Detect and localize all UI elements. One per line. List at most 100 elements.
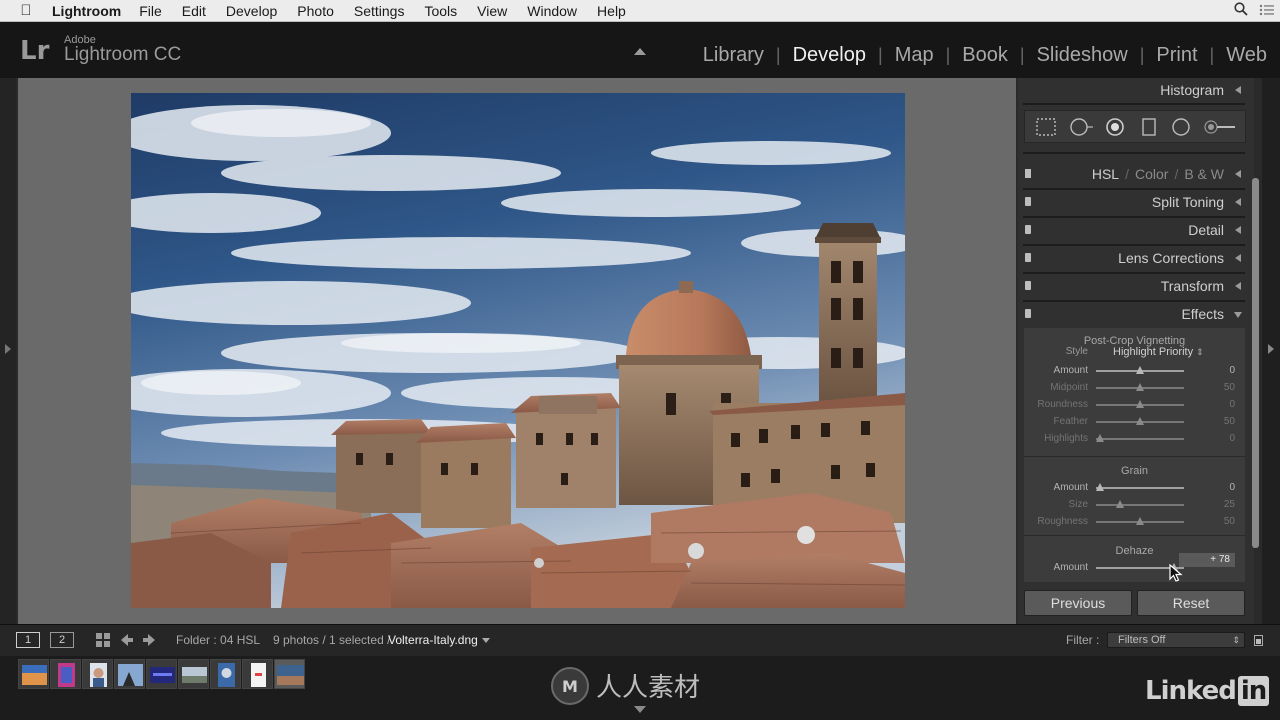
menu-window[interactable]: Window — [527, 3, 577, 19]
panel-toggle[interactable] — [1025, 309, 1031, 318]
menu-file[interactable]: File — [139, 3, 162, 19]
panel-toggle[interactable] — [1025, 197, 1031, 206]
slider-value[interactable]: 0 — [1229, 482, 1235, 493]
grain-roughness-slider[interactable]: Roughness 50 — [1024, 514, 1245, 530]
dehaze-value-field[interactable]: + 78 — [1179, 553, 1235, 567]
photo-count-label: 9 photos / 1 selected / — [273, 633, 391, 647]
vignette-feather-slider[interactable]: Feather 50 — [1024, 414, 1245, 430]
split-toning-panel-header[interactable]: Split Toning — [1018, 190, 1254, 214]
right-panel-edge[interactable] — [1262, 78, 1280, 624]
slider-value[interactable]: 50 — [1224, 516, 1235, 527]
expand-left-panel-icon[interactable] — [5, 344, 11, 354]
forward-arrow-icon[interactable] — [142, 632, 156, 648]
vignette-style-select[interactable]: Highlight Priority ⇕ — [1113, 346, 1204, 358]
vignette-midpoint-slider[interactable]: Midpoint 50 — [1024, 380, 1245, 396]
menu-help[interactable]: Help — [597, 3, 626, 19]
filter-preset-select[interactable]: Filters Off ⇕ — [1107, 632, 1245, 648]
module-book[interactable]: Book — [962, 44, 1008, 67]
secondary-window-button[interactable]: 2 — [50, 632, 74, 648]
menu-edit[interactable]: Edit — [182, 3, 206, 19]
slider-track[interactable] — [1096, 487, 1184, 489]
slider-thumb[interactable] — [1136, 517, 1144, 525]
radial-filter-icon[interactable] — [1171, 117, 1191, 137]
app-menu[interactable]: Lightroom — [52, 3, 121, 19]
previous-button[interactable]: Previous — [1024, 590, 1132, 616]
folder-source-label[interactable]: Folder : 04 HSL — [176, 633, 260, 647]
back-arrow-icon[interactable] — [120, 632, 134, 648]
filmstrip-thumbnail[interactable] — [50, 659, 81, 689]
filmstrip-thumbnail[interactable] — [242, 659, 273, 689]
left-panel-collapsed[interactable] — [0, 78, 16, 624]
vignette-amount-slider[interactable]: Amount 0 — [1024, 363, 1245, 379]
slider-thumb[interactable] — [1136, 366, 1144, 374]
selected-filename[interactable]: Volterra-Italy.dng — [388, 633, 478, 647]
filename-dropdown-icon[interactable] — [482, 638, 490, 643]
collapse-top-panel-icon[interactable] — [634, 48, 646, 55]
bw-tab[interactable]: B & W — [1184, 166, 1224, 182]
module-develop[interactable]: Develop — [793, 44, 866, 67]
slider-thumb[interactable] — [1136, 383, 1144, 391]
menu-view[interactable]: View — [477, 3, 507, 19]
apple-icon[interactable]:  — [0, 2, 52, 19]
hsl-tab[interactable]: HSL — [1092, 166, 1119, 182]
notification-list-icon[interactable] — [1254, 3, 1280, 20]
slider-thumb[interactable] — [1115, 500, 1124, 508]
lens-corrections-panel-header[interactable]: Lens Corrections — [1018, 246, 1254, 270]
module-slideshow[interactable]: Slideshow — [1037, 44, 1128, 67]
panel-toggle[interactable] — [1025, 253, 1031, 262]
grain-size-slider[interactable]: Size 25 — [1024, 497, 1245, 513]
menu-tools[interactable]: Tools — [424, 3, 457, 19]
filmstrip-thumbnail-selected[interactable] — [274, 659, 305, 689]
menu-settings[interactable]: Settings — [354, 3, 405, 19]
crop-overlay-icon[interactable] — [1035, 117, 1056, 137]
module-print[interactable]: Print — [1156, 44, 1197, 67]
slider-value[interactable]: 50 — [1224, 416, 1235, 427]
slider-thumb[interactable] — [1096, 483, 1105, 491]
filmstrip-thumbnail[interactable] — [114, 659, 145, 689]
slider-value[interactable]: 25 — [1224, 499, 1235, 510]
photo-preview[interactable] — [131, 93, 905, 608]
slider-track[interactable] — [1096, 438, 1184, 440]
filmstrip-thumbnail[interactable] — [178, 659, 209, 689]
filmstrip-thumbnail[interactable] — [82, 659, 113, 689]
panel-toggle[interactable] — [1025, 169, 1031, 178]
slider-thumb[interactable] — [1136, 400, 1144, 408]
menu-photo[interactable]: Photo — [297, 3, 334, 19]
grain-amount-slider[interactable]: Amount 0 — [1024, 480, 1245, 496]
hsl-panel-header[interactable]: HSL / Color / B & W — [1018, 162, 1254, 186]
reset-button[interactable]: Reset — [1137, 590, 1245, 616]
vignette-roundness-slider[interactable]: Roundness 0 — [1024, 397, 1245, 413]
detail-panel-header[interactable]: Detail — [1018, 218, 1254, 242]
transform-panel-header[interactable]: Transform — [1018, 274, 1254, 298]
slider-thumb[interactable] — [1136, 417, 1144, 425]
vignette-highlights-slider[interactable]: Highlights 0 — [1024, 431, 1245, 447]
histogram-panel-header[interactable]: Histogram — [1018, 78, 1254, 102]
filmstrip-thumbnail[interactable] — [18, 659, 49, 689]
right-panel-scrollbar[interactable] — [1252, 178, 1259, 548]
slider-track[interactable] — [1096, 504, 1184, 506]
slider-value[interactable]: 0 — [1229, 399, 1235, 410]
menu-develop[interactable]: Develop — [226, 3, 277, 19]
module-library[interactable]: Library — [703, 44, 764, 67]
filmstrip-thumbnail[interactable] — [146, 659, 177, 689]
grid-view-icon[interactable] — [96, 633, 110, 647]
filter-lock-icon[interactable] — [1254, 635, 1263, 646]
spot-removal-icon[interactable] — [1069, 117, 1095, 137]
collapse-right-panel-icon[interactable] — [1268, 344, 1274, 354]
search-icon[interactable] — [1228, 2, 1254, 20]
slider-thumb[interactable] — [1096, 434, 1105, 442]
effects-panel-header[interactable]: Effects — [1018, 302, 1254, 326]
red-eye-icon[interactable] — [1105, 117, 1125, 137]
adjustment-brush-icon[interactable] — [1203, 117, 1237, 137]
slider-value[interactable]: 0 — [1229, 433, 1235, 444]
color-tab[interactable]: Color — [1135, 166, 1168, 182]
panel-toggle[interactable] — [1025, 281, 1031, 290]
main-window-button[interactable]: 1 — [16, 632, 40, 648]
panel-toggle[interactable] — [1025, 225, 1031, 234]
module-map[interactable]: Map — [895, 44, 934, 67]
filmstrip-thumbnail[interactable] — [210, 659, 241, 689]
slider-value[interactable]: 0 — [1229, 365, 1235, 376]
slider-value[interactable]: 50 — [1224, 382, 1235, 393]
module-web[interactable]: Web — [1226, 44, 1267, 67]
graduated-filter-icon[interactable] — [1139, 117, 1159, 137]
